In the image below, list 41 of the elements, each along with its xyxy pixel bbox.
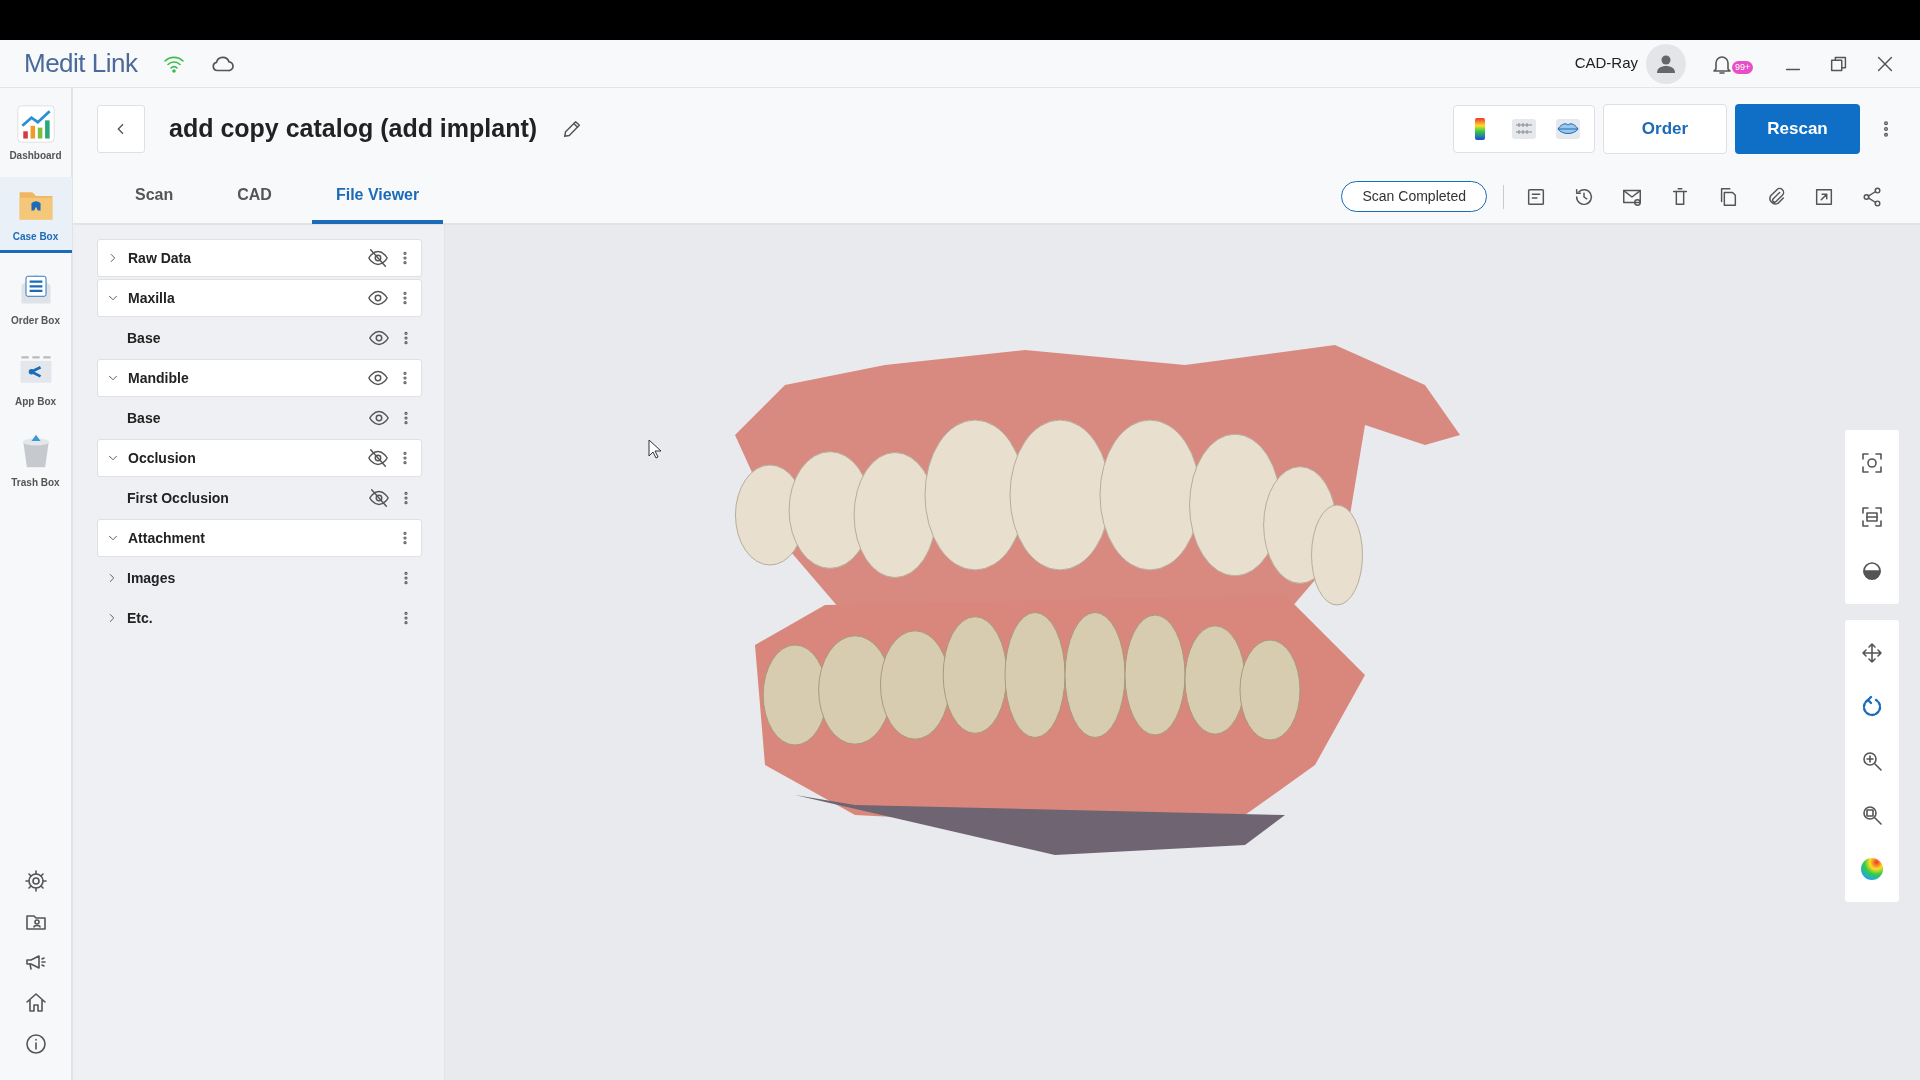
- tree-item-label[interactable]: Base: [127, 327, 368, 349]
- order-button[interactable]: Order: [1603, 104, 1727, 154]
- tree-item-label[interactable]: Raw Data: [128, 247, 367, 269]
- app-logo: Medit Link: [24, 47, 138, 80]
- sidebar-nav-item[interactable]: Case Box: [0, 177, 72, 253]
- settings-icon[interactable]: [23, 868, 48, 893]
- sidebar-nav-item[interactable]: App Box: [0, 342, 72, 415]
- half-circle-icon[interactable]: [1860, 559, 1884, 583]
- user-name: CAD-Ray: [1574, 53, 1638, 74]
- color-sphere-icon[interactable]: [1859, 856, 1885, 882]
- case-title: add copy catalog (add implant): [169, 113, 538, 145]
- tree-item-label[interactable]: Base: [127, 407, 368, 429]
- tree-item-label[interactable]: First Occlusion: [127, 487, 368, 509]
- info-icon[interactable]: [23, 1032, 48, 1056]
- tree-item-label[interactable]: Mandible: [128, 367, 367, 389]
- sidebar-nav-item[interactable]: Order Box: [0, 261, 72, 334]
- sidebar-nav-item[interactable]: Dashboard: [0, 96, 72, 169]
- eye-slash-icon[interactable]: [367, 247, 389, 269]
- notification-badge: 99+: [1732, 61, 1754, 75]
- rotate-icon[interactable]: [1860, 695, 1884, 719]
- fit-model-icon[interactable]: [1860, 505, 1884, 529]
- tab[interactable]: Scan: [111, 169, 198, 224]
- share-icon[interactable]: [1861, 185, 1883, 208]
- eye-slash-icon[interactable]: [367, 447, 389, 469]
- rescan-button[interactable]: Rescan: [1735, 104, 1860, 154]
- zoom-fit-icon[interactable]: [1860, 803, 1884, 827]
- tree-item-label[interactable]: Maxilla: [128, 287, 367, 309]
- status-pill: Scan Completed: [1341, 181, 1487, 212]
- move-icon[interactable]: [1860, 641, 1884, 665]
- tree-item-label[interactable]: Etc.: [127, 607, 398, 629]
- eye-slash-icon[interactable]: [368, 487, 390, 509]
- tree-item-label[interactable]: Attachment: [128, 527, 397, 549]
- zoom-in-icon[interactable]: [1860, 749, 1884, 773]
- fit-view-icon[interactable]: [1860, 451, 1884, 475]
- sidebar-nav-item[interactable]: Trash Box: [0, 423, 72, 496]
- tree-item-label[interactable]: Images: [127, 567, 398, 589]
- avatar-icon[interactable]: [1646, 43, 1686, 84]
- tree-item-label[interactable]: Occlusion: [128, 447, 367, 469]
- dashboard-icon: [15, 104, 56, 144]
- cursor-icon: [648, 439, 662, 459]
- tab[interactable]: CAD: [213, 169, 296, 224]
